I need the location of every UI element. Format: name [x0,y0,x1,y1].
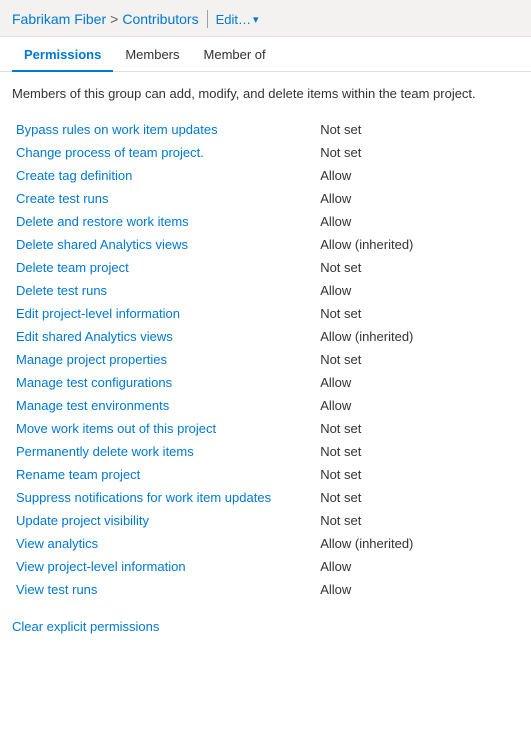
table-row: Create test runsAllow [12,187,519,210]
permission-status: Allow [316,164,519,187]
breadcrumb: Fabrikam Fiber > Contributors [12,11,199,27]
table-row: Edit shared Analytics viewsAllow (inheri… [12,325,519,348]
table-row: Bypass rules on work item updatesNot set [12,118,519,141]
tab-members[interactable]: Members [113,37,191,72]
permission-name[interactable]: Delete test runs [12,279,316,302]
permission-status: Allow [316,394,519,417]
permission-status: Allow [316,578,519,601]
permission-name[interactable]: Manage test environments [12,394,316,417]
permission-name[interactable]: Manage test configurations [12,371,316,394]
permission-name[interactable]: Create test runs [12,187,316,210]
table-row: View test runsAllow [12,578,519,601]
permission-name[interactable]: Update project visibility [12,509,316,532]
permission-status: Not set [316,256,519,279]
tab-member-of[interactable]: Member of [192,37,278,72]
permission-status: Allow [316,555,519,578]
permission-status: Not set [316,463,519,486]
permission-status: Not set [316,118,519,141]
tabs-container: Permissions Members Member of [0,37,531,72]
header-divider [207,10,208,28]
permission-status: Allow [316,187,519,210]
permission-status: Not set [316,509,519,532]
tab-permissions[interactable]: Permissions [12,37,113,72]
table-row: View analyticsAllow (inherited) [12,532,519,555]
permission-name[interactable]: Change process of team project. [12,141,316,164]
table-row: Delete shared Analytics viewsAllow (inhe… [12,233,519,256]
edit-label: Edit… [216,12,251,27]
permission-status: Allow [316,279,519,302]
table-row: Change process of team project.Not set [12,141,519,164]
table-row: Edit project-level informationNot set [12,302,519,325]
permission-status: Not set [316,141,519,164]
permission-name[interactable]: View project-level information [12,555,316,578]
permission-name[interactable]: Move work items out of this project [12,417,316,440]
breadcrumb-separator: > [110,11,118,27]
page-link[interactable]: Contributors [122,11,198,27]
permission-name[interactable]: Manage project properties [12,348,316,371]
permission-name[interactable]: Delete and restore work items [12,210,316,233]
permission-status: Allow (inherited) [316,233,519,256]
permission-status: Not set [316,486,519,509]
permission-status: Allow (inherited) [316,325,519,348]
permission-name[interactable]: Delete team project [12,256,316,279]
permission-name[interactable]: Permanently delete work items [12,440,316,463]
permission-name[interactable]: Suppress notifications for work item upd… [12,486,316,509]
edit-dropdown[interactable]: Edit… ▾ [216,12,259,27]
table-row: Delete and restore work itemsAllow [12,210,519,233]
table-row: Permanently delete work itemsNot set [12,440,519,463]
permission-name[interactable]: View analytics [12,532,316,555]
org-link[interactable]: Fabrikam Fiber [12,11,106,27]
permission-status: Allow (inherited) [316,532,519,555]
permission-name[interactable]: Create tag definition [12,164,316,187]
permission-name[interactable]: View test runs [12,578,316,601]
table-row: Manage test configurationsAllow [12,371,519,394]
table-row: Delete team projectNot set [12,256,519,279]
table-row: Delete test runsAllow [12,279,519,302]
permission-name[interactable]: Edit shared Analytics views [12,325,316,348]
table-row: Manage project propertiesNot set [12,348,519,371]
permission-name[interactable]: Bypass rules on work item updates [12,118,316,141]
permissions-table: Bypass rules on work item updatesNot set… [12,118,519,601]
permission-status: Not set [316,302,519,325]
permission-name[interactable]: Delete shared Analytics views [12,233,316,256]
table-row: Update project visibilityNot set [12,509,519,532]
content-area: Members of this group can add, modify, a… [0,72,531,650]
table-row: Move work items out of this projectNot s… [12,417,519,440]
permission-status: Not set [316,348,519,371]
permission-status: Allow [316,371,519,394]
group-description: Members of this group can add, modify, a… [12,84,519,104]
chevron-down-icon: ▾ [253,13,259,26]
header: Fabrikam Fiber > Contributors Edit… ▾ [0,0,531,37]
permission-status: Not set [316,417,519,440]
clear-permissions-link[interactable]: Clear explicit permissions [12,619,159,634]
table-row: Suppress notifications for work item upd… [12,486,519,509]
permission-name[interactable]: Rename team project [12,463,316,486]
table-row: Manage test environmentsAllow [12,394,519,417]
permission-status: Allow [316,210,519,233]
permission-name[interactable]: Edit project-level information [12,302,316,325]
table-row: View project-level informationAllow [12,555,519,578]
table-row: Rename team projectNot set [12,463,519,486]
table-row: Create tag definitionAllow [12,164,519,187]
permission-status: Not set [316,440,519,463]
